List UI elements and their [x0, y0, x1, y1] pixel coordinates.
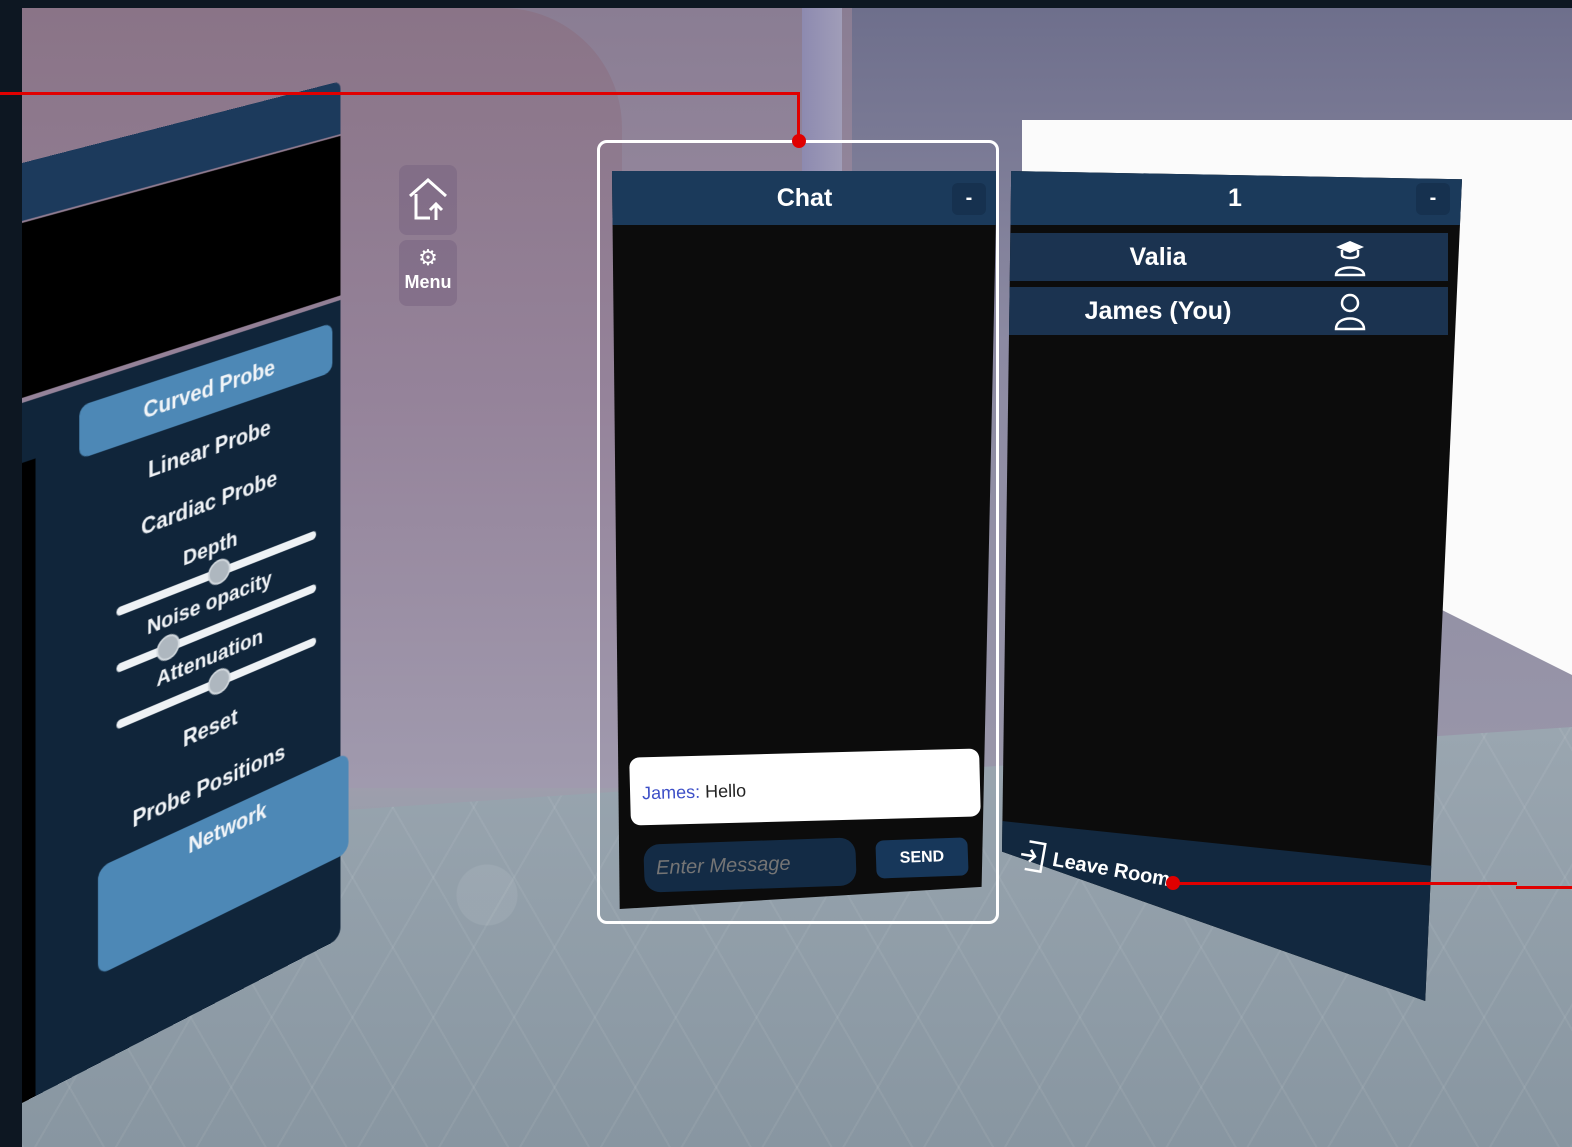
probe-control-panel: Curved Probe Linear Probe Cardiac Probe …	[22, 77, 355, 1103]
callout-dot-chat	[792, 134, 806, 148]
room-title: 1	[1228, 184, 1242, 212]
menu-label: Menu	[404, 272, 452, 292]
callout-line-chat-edge	[0, 92, 22, 95]
chat-highlight-box	[597, 140, 999, 924]
user-name: Valia	[1129, 243, 1187, 271]
callout-line-leave-end	[1516, 886, 1572, 889]
user-name: James (You)	[1084, 297, 1232, 325]
gear-icon: ⚙	[418, 245, 438, 270]
callout-dot-leave	[1166, 876, 1180, 890]
callout-line-leave	[1172, 882, 1517, 885]
panel-edge	[22, 458, 36, 1103]
user-row: James (You)	[1008, 287, 1448, 335]
home-icon	[409, 177, 447, 220]
menu-button[interactable]: ⚙ Menu	[399, 240, 457, 306]
home-button[interactable]	[399, 165, 457, 235]
vr-scene: Curved Probe Linear Probe Cardiac Probe …	[22, 8, 1572, 1147]
room-header: 1	[1008, 171, 1462, 225]
room-minimize-button[interactable]: -	[1416, 183, 1450, 215]
teacher-icon	[1334, 241, 1366, 277]
exit-icon	[1020, 840, 1047, 874]
callout-line-chat	[22, 92, 800, 95]
user-row: Valia	[1008, 233, 1448, 281]
user-icon	[1334, 293, 1366, 331]
